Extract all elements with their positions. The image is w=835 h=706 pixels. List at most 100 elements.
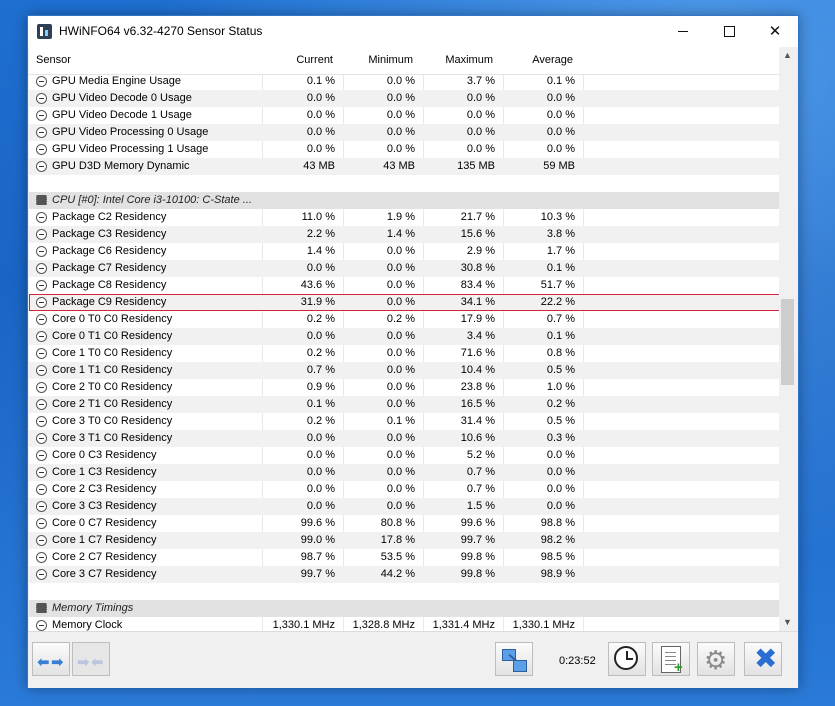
value-minimum: 0.0 % [386,109,415,121]
value-current: 99.6 % [300,517,335,529]
header-current[interactable]: Current [296,54,333,66]
value-average: 1,330.1 MHz [512,619,575,631]
value-average: 10.3 % [540,211,575,223]
sensor-row[interactable]: Core 2 T0 C0 Residency 0.9 % 0.0 % 23.8 % 1.… [29,379,779,396]
title-bar[interactable]: HWiNFO64 v6.32-4270 Sensor Status ✕ [28,16,798,47]
sensor-name: Core 0 C3 Residency [52,449,157,461]
sensor-minus-circle-icon [36,314,47,325]
sensor-row[interactable]: Package C7 Residency 0.0 % 0.0 % 30.8 % 0.1 … [29,260,779,277]
value-maximum: 0.0 % [466,126,495,138]
spacer-row [29,175,779,192]
sensor-row[interactable]: GPU D3D Memory Dynamic 43 MB 43 MB 135 MB 59… [29,158,779,175]
sensor-name: Core 1 C7 Residency [52,534,157,546]
minimize-button[interactable] [660,16,706,47]
sensor-row[interactable]: Core 1 T1 C0 Residency 0.7 % 0.0 % 10.4 % 0.… [29,362,779,379]
value-average: 0.0 % [546,143,575,155]
header-minimum[interactable]: Minimum [368,54,413,66]
value-minimum: 0.0 % [386,143,415,155]
vertical-scrollbar[interactable]: ▲ ▼ [779,47,796,631]
close-window-button[interactable]: ✕ [752,16,798,47]
value-minimum: 1,328.8 MHz [352,619,415,631]
sensor-minus-circle-icon [36,450,47,461]
value-minimum: 53.5 % [380,551,415,563]
sensor-minus-circle-icon [36,280,47,291]
value-average: 0.1 % [546,330,575,342]
navigate-disabled-button[interactable]: ➡ ⬅ [72,642,110,676]
sensor-row[interactable]: Core 2 C7 Residency 98.7 % 53.5 % 99.8 % 98.… [29,549,779,566]
value-current: 0.0 % [306,143,335,155]
sensor-row[interactable]: Core 0 C7 Residency 99.6 % 80.8 % 99.6 % 98.… [29,515,779,532]
settings-button[interactable]: ⚙ [697,642,735,676]
sensor-row[interactable]: Core 3 T0 C0 Residency 0.2 % 0.1 % 31.4 % 0.… [29,413,779,430]
network-icon-secondary [513,660,527,672]
value-maximum: 1.5 % [466,500,495,512]
value-maximum: 83.4 % [460,279,495,291]
elapsed-timer: 0:23:52 [559,655,596,667]
sensor-row[interactable]: Core 0 T1 C0 Residency 0.0 % 0.0 % 3.4 % 0.1… [29,328,779,345]
sensor-minus-circle-icon [36,110,47,121]
sensor-row[interactable]: Core 0 T0 C0 Residency 0.2 % 0.2 % 17.9 % 0.… [29,311,779,328]
sensor-group-header[interactable]: Memory Timings [29,600,779,617]
sensor-row[interactable]: Core 0 C3 Residency 0.0 % 0.0 % 5.2 % 0.0 % [29,447,779,464]
sensor-row[interactable]: Core 2 T1 C0 Residency 0.1 % 0.0 % 16.5 % 0.… [29,396,779,413]
value-maximum: 30.8 % [460,262,495,274]
sensor-row[interactable]: Package C2 Residency 11.0 % 1.9 % 21.7 % 10.… [29,209,779,226]
value-current: 0.0 % [306,262,335,274]
sensor-row[interactable]: Core 2 C3 Residency 0.0 % 0.0 % 0.7 % 0.0 % [29,481,779,498]
value-average: 59 MB [543,160,575,172]
sensor-row[interactable]: GPU Video Decode 0 Usage 0.0 % 0.0 % 0.0 % 0… [29,90,779,107]
value-minimum: 0.0 % [386,347,415,359]
header-sensor[interactable]: Sensor [36,54,71,66]
scroll-up-arrow-icon[interactable]: ▲ [779,47,796,64]
header-average[interactable]: Average [532,54,573,66]
value-average: 0.5 % [546,364,575,376]
value-maximum: 2.9 % [466,245,495,257]
value-maximum: 10.6 % [460,432,495,444]
value-current: 0.0 % [306,109,335,121]
sensor-row[interactable]: Core 3 C3 Residency 0.0 % 0.0 % 1.5 % 0.0 % [29,498,779,515]
sensor-row[interactable]: Package C6 Residency 1.4 % 0.0 % 2.9 % 1.7 % [29,243,779,260]
scroll-down-arrow-icon[interactable]: ▼ [779,614,796,631]
sensor-name: Memory Clock [52,619,123,631]
sensor-row[interactable]: GPU Video Decode 1 Usage 0.0 % 0.0 % 0.0 % 0… [29,107,779,124]
sensor-minus-circle-icon [36,433,47,444]
value-average: 0.5 % [546,415,575,427]
value-current: 99.0 % [300,534,335,546]
sensor-group-header[interactable]: CPU [#0]: Intel Core i3-10100: C-State .… [29,192,779,209]
sensor-name: Core 3 T0 C0 Residency [52,415,173,427]
sensor-row[interactable]: GPU Video Processing 0 Usage 0.0 % 0.0 % 0.… [29,124,779,141]
sensor-row[interactable]: GPU Media Engine Usage 0.1 % 0.0 % 3.7 % 0.1… [29,73,779,90]
close-sensors-button[interactable]: ✖ [744,642,782,676]
sensor-row[interactable]: Package C8 Residency 43.6 % 0.0 % 83.4 % 51.… [29,277,779,294]
sensor-row[interactable]: Package C3 Residency 2.2 % 1.4 % 15.6 % 3.8 … [29,226,779,243]
sensor-row[interactable]: Core 3 T1 C0 Residency 0.0 % 0.0 % 10.6 % 0.… [29,430,779,447]
sensor-row[interactable]: Package C9 Residency 31.9 % 0.0 % 34.1 % 22.… [29,294,779,311]
value-current: 0.0 % [306,500,335,512]
arrow-left-icon: ⬅ [37,654,50,671]
sensor-row[interactable]: Memory Clock 1,330.1 MHz 1,328.8 MHz 1,331.… [29,617,779,631]
sensor-row[interactable]: Core 1 C7 Residency 99.0 % 17.8 % 99.7 % 98.… [29,532,779,549]
sensor-name: Package C3 Residency [52,228,167,240]
header-maximum[interactable]: Maximum [445,54,493,66]
sensor-row[interactable]: GPU Video Processing 1 Usage 0.0 % 0.0 % 0.… [29,141,779,158]
value-minimum: 0.2 % [386,313,415,325]
reset-clock-button[interactable] [608,642,646,676]
sensor-minus-circle-icon [36,229,47,240]
sensor-name: GPU Video Decode 1 Usage [52,109,192,121]
sensor-name: Package C7 Residency [52,262,167,274]
navigate-sensors-button[interactable]: ⬅ ➡ [32,642,70,676]
value-current: 0.2 % [306,415,335,427]
sensor-row[interactable]: Core 1 C3 Residency 0.0 % 0.0 % 0.7 % 0.0 % [29,464,779,481]
value-current: 0.7 % [306,364,335,376]
scroll-thumb[interactable] [781,299,794,385]
value-minimum: 17.8 % [380,534,415,546]
arrow-right-disabled-icon: ➡ [77,654,90,671]
value-maximum: 5.2 % [466,449,495,461]
value-current: 0.0 % [306,449,335,461]
value-minimum: 0.0 % [386,483,415,495]
maximize-button[interactable] [706,16,752,47]
sensor-row[interactable]: Core 1 T0 C0 Residency 0.2 % 0.0 % 71.6 % 0.… [29,345,779,362]
logging-button[interactable]: + [652,642,690,676]
sensor-row[interactable]: Core 3 C7 Residency 99.7 % 44.2 % 99.8 % 98.… [29,566,779,583]
network-button[interactable] [495,642,533,676]
